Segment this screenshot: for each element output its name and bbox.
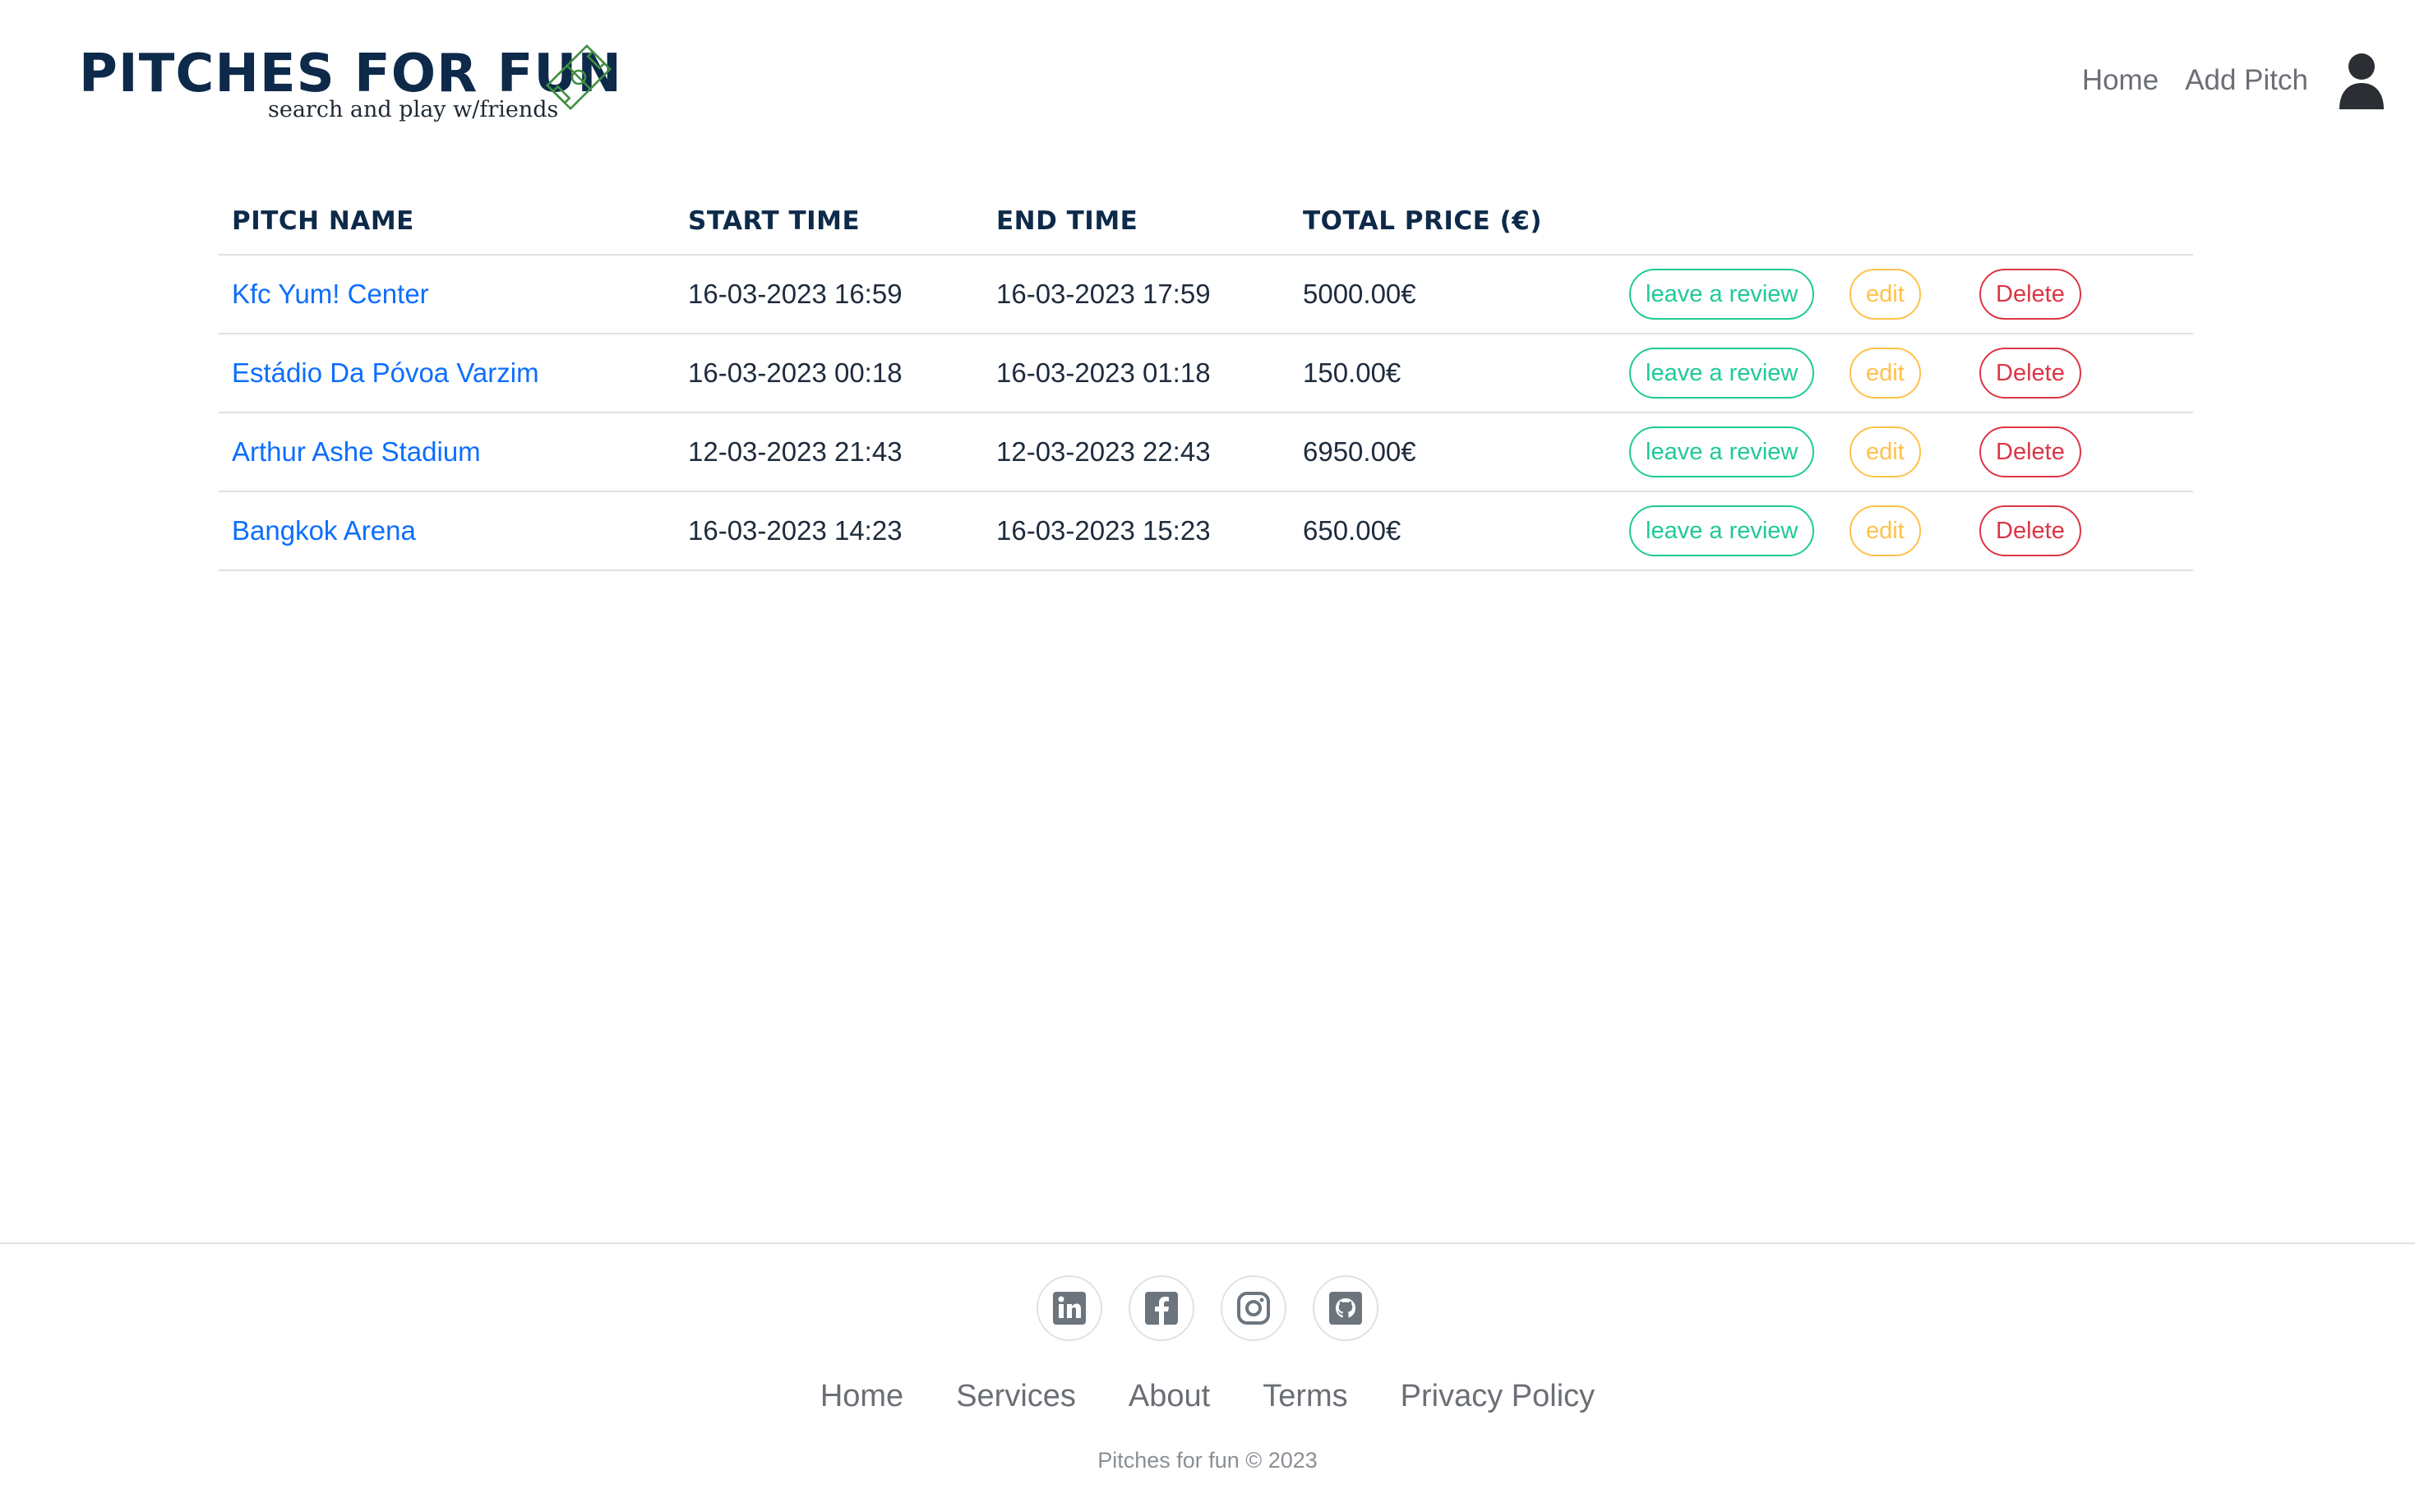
header-start-time: Start time xyxy=(675,187,983,256)
total-price-cell: 650.00€ xyxy=(1290,491,1616,571)
linkedin-icon xyxy=(1053,1292,1086,1325)
instagram-link[interactable] xyxy=(1221,1275,1286,1341)
total-price-cell: 5000.00€ xyxy=(1290,255,1616,334)
edit-button[interactable]: edit xyxy=(1849,426,1921,477)
pitch-name-link[interactable]: Kfc Yum! Center xyxy=(232,279,429,309)
header-end-time: End time xyxy=(983,187,1290,256)
leave-review-button[interactable]: leave a review xyxy=(1629,348,1815,399)
header-delete-column xyxy=(1966,187,2193,256)
soccer-pitch-icon xyxy=(545,44,612,111)
instagram-icon xyxy=(1237,1292,1270,1325)
delete-cell: Delete xyxy=(1966,413,2193,492)
pitch-name-link[interactable]: Arthur Ashe Stadium xyxy=(232,436,481,467)
github-link[interactable] xyxy=(1313,1275,1378,1341)
linkedin-link[interactable] xyxy=(1037,1275,1102,1341)
footer-links: Home Services About Terms Privacy Policy xyxy=(0,1379,2415,1414)
start-time-cell: 12-03-2023 21:43 xyxy=(675,413,983,492)
review-cell: leave a review xyxy=(1616,491,1836,571)
pitch-name-link[interactable]: Estádio Da Póvoa Varzim xyxy=(232,357,539,388)
leave-review-button[interactable]: leave a review xyxy=(1629,505,1815,556)
review-cell: leave a review xyxy=(1616,334,1836,413)
total-price-cell: 6950.00€ xyxy=(1290,413,1616,492)
pitch-name-cell: Estádio Da Póvoa Varzim xyxy=(219,334,675,413)
site-footer: Home Services About Terms Privacy Policy… xyxy=(0,1242,2415,1512)
edit-cell: edit xyxy=(1836,334,1966,413)
start-time-cell: 16-03-2023 14:23 xyxy=(675,491,983,571)
delete-button[interactable]: Delete xyxy=(1979,505,2081,556)
user-icon[interactable] xyxy=(2338,52,2385,109)
github-icon xyxy=(1329,1292,1362,1325)
start-time-cell: 16-03-2023 16:59 xyxy=(675,255,983,334)
nav-add-pitch-link[interactable]: Add Pitch xyxy=(2185,64,2308,97)
end-time-cell: 16-03-2023 15:23 xyxy=(983,491,1290,571)
delete-button[interactable]: Delete xyxy=(1979,269,2081,320)
end-time-cell: 16-03-2023 17:59 xyxy=(983,255,1290,334)
edit-button[interactable]: edit xyxy=(1849,348,1921,399)
brand-logo[interactable]: Pitches for fun search and play w/friend… xyxy=(79,39,621,130)
table-row: Kfc Yum! Center 16-03-2023 16:59 16-03-2… xyxy=(219,255,2193,334)
brand-subtitle: search and play w/friends xyxy=(268,97,559,122)
header-edit-column xyxy=(1836,187,1966,256)
nav-home-link[interactable]: Home xyxy=(2082,64,2159,97)
pitch-name-cell: Bangkok Arena xyxy=(219,491,675,571)
end-time-cell: 16-03-2023 01:18 xyxy=(983,334,1290,413)
edit-cell: edit xyxy=(1836,255,1966,334)
site-header: Pitches for fun search and play w/friend… xyxy=(0,0,2415,156)
social-links xyxy=(0,1275,2415,1341)
start-time-cell: 16-03-2023 00:18 xyxy=(675,334,983,413)
footer-services-link[interactable]: Services xyxy=(956,1379,1076,1414)
delete-cell: Delete xyxy=(1966,255,2193,334)
footer-terms-link[interactable]: Terms xyxy=(1263,1379,1347,1414)
total-price-cell: 150.00€ xyxy=(1290,334,1616,413)
facebook-link[interactable] xyxy=(1129,1275,1194,1341)
pitch-name-link[interactable]: Bangkok Arena xyxy=(232,515,416,546)
table-row: Estádio Da Póvoa Varzim 16-03-2023 00:18… xyxy=(219,334,2193,413)
delete-cell: Delete xyxy=(1966,491,2193,571)
end-time-cell: 12-03-2023 22:43 xyxy=(983,413,1290,492)
footer-home-link[interactable]: Home xyxy=(820,1379,903,1414)
edit-cell: edit xyxy=(1836,413,1966,492)
footer-about-link[interactable]: About xyxy=(1129,1379,1210,1414)
leave-review-button[interactable]: leave a review xyxy=(1629,426,1815,477)
table-row: Bangkok Arena 16-03-2023 14:23 16-03-202… xyxy=(219,491,2193,571)
pitch-name-cell: Arthur Ashe Stadium xyxy=(219,413,675,492)
copyright-text: Pitches for fun © 2023 xyxy=(1097,1448,1318,1473)
edit-cell: edit xyxy=(1836,491,1966,571)
delete-button[interactable]: Delete xyxy=(1979,348,2081,399)
bookings-table: Pitch name Start time End time Total pri… xyxy=(219,187,2193,571)
delete-button[interactable]: Delete xyxy=(1979,426,2081,477)
footer-privacy-policy-link[interactable]: Privacy Policy xyxy=(1401,1379,1595,1414)
header-review-column xyxy=(1616,187,1836,256)
table-row: Arthur Ashe Stadium 12-03-2023 21:43 12-… xyxy=(219,413,2193,492)
review-cell: leave a review xyxy=(1616,413,1836,492)
edit-button[interactable]: edit xyxy=(1849,269,1921,320)
delete-cell: Delete xyxy=(1966,334,2193,413)
leave-review-button[interactable]: leave a review xyxy=(1629,269,1815,320)
review-cell: leave a review xyxy=(1616,255,1836,334)
facebook-icon xyxy=(1145,1292,1178,1325)
header-total-price: Total price (€) xyxy=(1290,187,1616,256)
edit-button[interactable]: edit xyxy=(1849,505,1921,556)
header-pitch-name: Pitch name xyxy=(219,187,675,256)
pitch-name-cell: Kfc Yum! Center xyxy=(219,255,675,334)
table-header-row: Pitch name Start time End time Total pri… xyxy=(219,187,2193,256)
main-nav: Home Add Pitch xyxy=(2082,51,2385,110)
